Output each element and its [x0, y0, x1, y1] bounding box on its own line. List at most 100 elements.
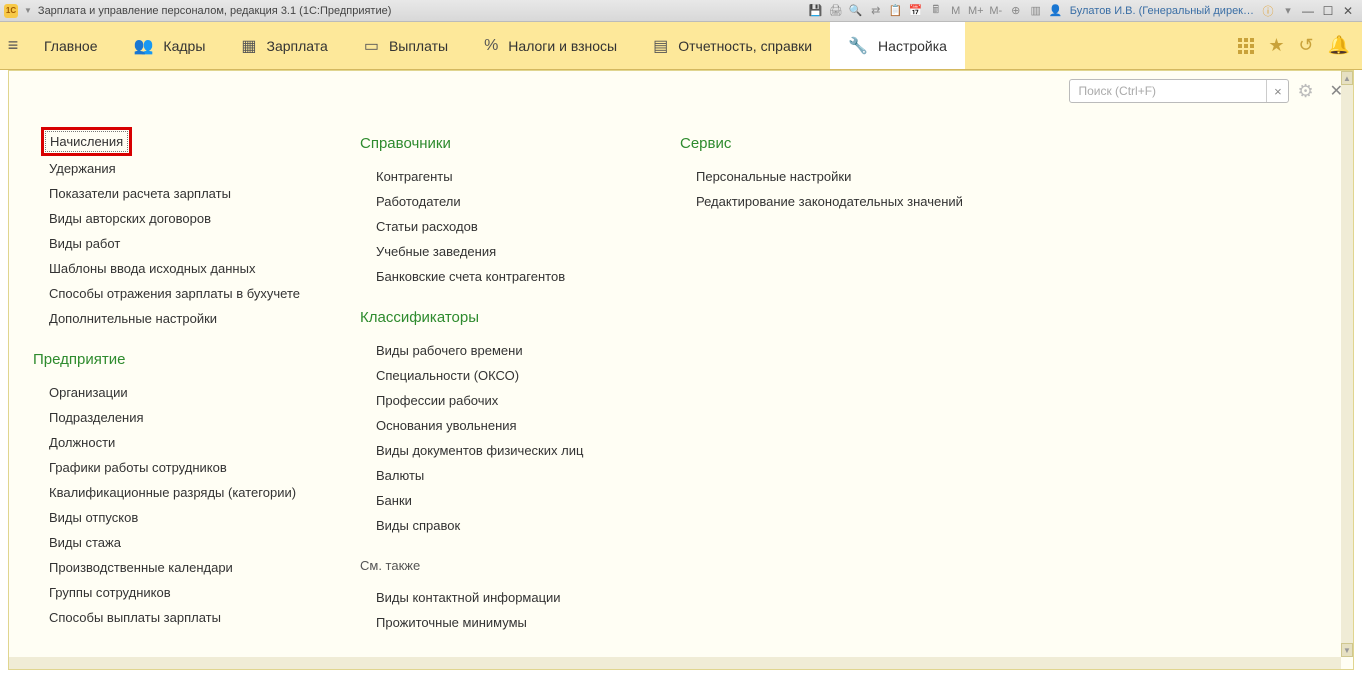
- list-item[interactable]: Банки: [360, 488, 620, 513]
- list-item[interactable]: Прожиточные минимумы: [360, 610, 620, 635]
- nav-label: Кадры: [163, 38, 205, 54]
- options-dropdown-icon[interactable]: ▾: [1279, 2, 1297, 20]
- list-item[interactable]: Организации: [33, 380, 300, 405]
- list-item[interactable]: Контрагенты: [360, 164, 620, 189]
- maximize-button[interactable]: ☐: [1319, 3, 1337, 19]
- info-icon[interactable]: ⓘ: [1259, 2, 1277, 20]
- list-item[interactable]: Виды работ: [33, 231, 300, 256]
- content-toolbar: × ⚙ ✕: [9, 71, 1353, 111]
- content-panel: × ⚙ ✕ Начисления Удержания Показатели ра…: [8, 70, 1354, 670]
- list-item[interactable]: Персональные настройки: [680, 164, 963, 189]
- list-item[interactable]: Графики работы сотрудников: [33, 455, 300, 480]
- nav-label: Выплаты: [389, 38, 448, 54]
- search-input[interactable]: [1070, 84, 1266, 98]
- save-icon[interactable]: 💾: [807, 2, 825, 20]
- link-list: Виды рабочего времени Специальности (ОКС…: [360, 338, 620, 538]
- user-icon: 👤: [1047, 2, 1065, 20]
- apps-grid-icon[interactable]: [1238, 38, 1254, 54]
- nav-item-nalogi[interactable]: % Налоги и взносы: [466, 22, 635, 69]
- preview-icon[interactable]: 🔍: [847, 2, 865, 20]
- history-icon[interactable]: ↺: [1298, 35, 1313, 56]
- search-clear-button[interactable]: ×: [1266, 80, 1288, 102]
- horizontal-scrollbar[interactable]: [9, 657, 1341, 669]
- section-predpriyatie[interactable]: Предприятие: [33, 351, 300, 368]
- list-item[interactable]: Специальности (ОКСО): [360, 363, 620, 388]
- bell-icon[interactable]: 🔔: [1328, 35, 1350, 56]
- list-item[interactable]: Банковские счета контрагентов: [360, 264, 620, 289]
- memory-mplus-icon[interactable]: M+: [967, 2, 985, 20]
- list-item[interactable]: Учебные заведения: [360, 239, 620, 264]
- minimize-button[interactable]: —: [1299, 3, 1317, 19]
- main-navbar: ≡ Главное 👥 Кадры ▦ Зарплата ▭ Выплаты %…: [0, 22, 1362, 70]
- table-icon: ▦: [241, 36, 256, 56]
- memory-mminus-icon[interactable]: M-: [987, 2, 1005, 20]
- zoom-icon[interactable]: ⊕: [1007, 2, 1025, 20]
- nav-item-kadry[interactable]: 👥 Кадры: [116, 22, 224, 69]
- calculator-icon[interactable]: 🖩: [927, 2, 945, 20]
- list-item[interactable]: Группы сотрудников: [33, 580, 300, 605]
- nav-right-tools: ★ ↺ 🔔: [1238, 22, 1362, 69]
- calendar-icon[interactable]: 📅: [907, 2, 925, 20]
- list-item[interactable]: Шаблоны ввода исходных данных: [33, 256, 300, 281]
- nav-label: Главное: [44, 38, 98, 54]
- list-item[interactable]: Виды авторских договоров: [33, 206, 300, 231]
- list-item[interactable]: Профессии рабочих: [360, 388, 620, 413]
- panels-icon[interactable]: ▥: [1027, 2, 1045, 20]
- titlebar: 1C ▼ Зарплата и управление персоналом, р…: [0, 0, 1362, 22]
- user-label[interactable]: Булатов И.В. (Генеральный дирек…: [1070, 5, 1254, 17]
- list-item[interactable]: Статьи расходов: [360, 214, 620, 239]
- nav-label: Налоги и взносы: [508, 38, 617, 54]
- link-list: Виды контактной информации Прожиточные м…: [360, 585, 620, 635]
- scroll-down-icon[interactable]: ▼: [1341, 643, 1353, 657]
- star-icon[interactable]: ★: [1268, 35, 1284, 56]
- people-icon: 👥: [134, 36, 154, 56]
- scroll-up-icon[interactable]: ▲: [1341, 71, 1353, 85]
- list-item[interactable]: Виды отпусков: [33, 505, 300, 530]
- memory-m-icon[interactable]: M: [947, 2, 965, 20]
- list-item[interactable]: Основания увольнения: [360, 413, 620, 438]
- list-item[interactable]: Производственные календари: [33, 555, 300, 580]
- list-item[interactable]: Редактирование законодательных значений: [680, 189, 963, 214]
- vertical-scrollbar[interactable]: ▲ ▼: [1341, 71, 1353, 657]
- link-nachisleniya[interactable]: Начисления: [45, 131, 128, 152]
- list-item[interactable]: Работодатели: [360, 189, 620, 214]
- nav-item-nastroika[interactable]: 🔧 Настройка: [830, 22, 965, 69]
- report-icon: ▤: [653, 36, 668, 56]
- list-item[interactable]: Виды рабочего времени: [360, 338, 620, 363]
- app-logo-icon: 1C: [4, 4, 18, 18]
- section-servis[interactable]: Сервис: [680, 135, 963, 152]
- list-item[interactable]: Виды документов физических лиц: [360, 438, 620, 463]
- nav-item-vyplaty[interactable]: ▭ Выплаты: [346, 22, 466, 69]
- close-window-button[interactable]: ✕: [1339, 3, 1357, 19]
- hamburger-menu-icon[interactable]: ≡: [0, 22, 26, 69]
- list-item[interactable]: Подразделения: [33, 405, 300, 430]
- column-2: Справочники Контрагенты Работодатели Ста…: [360, 131, 620, 669]
- list-item[interactable]: Должности: [33, 430, 300, 455]
- list-item[interactable]: Валюты: [360, 463, 620, 488]
- search-box: ×: [1069, 79, 1289, 103]
- compare-icon[interactable]: ⇄: [867, 2, 885, 20]
- clipboard-icon[interactable]: 📋: [887, 2, 905, 20]
- nav-item-otchetnost[interactable]: ▤ Отчетность, справки: [635, 22, 830, 69]
- list-item[interactable]: Квалификационные разряды (категории): [33, 480, 300, 505]
- list-item[interactable]: Виды контактной информации: [360, 585, 620, 610]
- list-item[interactable]: Виды стажа: [33, 530, 300, 555]
- nav-item-zarplata[interactable]: ▦ Зарплата: [223, 22, 345, 69]
- section-klassifikatory[interactable]: Классификаторы: [360, 309, 620, 326]
- print-icon[interactable]: 🖨: [827, 2, 845, 20]
- list-item[interactable]: Удержания: [33, 156, 300, 181]
- nav-label: Зарплата: [267, 38, 328, 54]
- list-item[interactable]: Способы отражения зарплаты в бухучете: [33, 281, 300, 306]
- list-item[interactable]: Показатели расчета зарплаты: [33, 181, 300, 206]
- wrench-icon: 🔧: [848, 36, 868, 56]
- app-menu-dropdown-icon[interactable]: ▼: [24, 6, 32, 15]
- section-spravochniki[interactable]: Справочники: [360, 135, 620, 152]
- column-3: Сервис Персональные настройки Редактиров…: [680, 131, 963, 669]
- settings-gear-icon[interactable]: ⚙: [1297, 81, 1313, 102]
- list-item[interactable]: Дополнительные настройки: [33, 306, 300, 331]
- list-item[interactable]: Виды справок: [360, 513, 620, 538]
- nav-label: Настройка: [878, 38, 947, 54]
- nav-item-main[interactable]: Главное: [26, 22, 116, 69]
- percent-icon: %: [484, 37, 498, 55]
- list-item[interactable]: Способы выплаты зарплаты: [33, 605, 300, 630]
